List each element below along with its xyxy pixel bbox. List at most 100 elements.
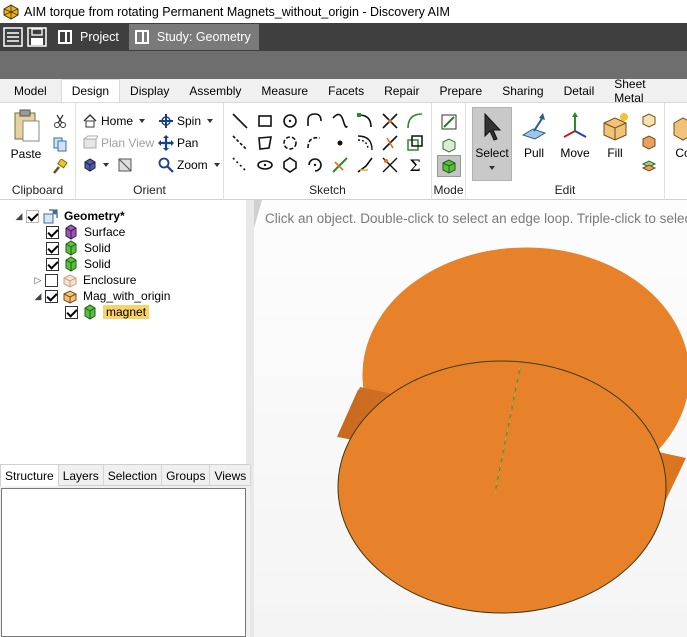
sketch-mode-icon[interactable] [440,113,458,134]
3d-mode-icon[interactable] [437,155,461,177]
surface-body-icon [63,224,79,240]
polygon-circle-icon[interactable] [280,155,300,175]
collapse-arrow-icon[interactable]: ◢ [33,291,43,302]
mode-group-label: Mode [433,183,464,197]
construction-line-icon[interactable] [230,133,250,153]
spin-icon [158,113,174,129]
tree-item-surface[interactable]: Surface [46,224,125,240]
tab-sheet-metal[interactable]: Sheet Metal [604,77,687,105]
save-icon[interactable] [26,26,48,48]
view-cube-button[interactable] [82,155,136,175]
offset-tool-icon[interactable] [640,133,658,153]
zoom-button[interactable]: Zoom [158,155,220,175]
point-tool-icon[interactable] [330,133,350,153]
rectangle-tool-icon[interactable] [255,111,275,131]
fill-button[interactable]: Fill [596,111,634,160]
tab-detail[interactable]: Detail [554,79,605,102]
menu-icon[interactable] [2,26,24,48]
tab-study-geometry[interactable]: Study: Geometry [128,24,259,50]
tree-item-solid-1[interactable]: Solid [46,240,111,256]
expand-arrow-icon[interactable]: ▷ [33,275,43,286]
pull-button[interactable]: Pull [515,111,553,160]
solid-body-icon [63,240,79,256]
solid-1-checkbox[interactable] [46,241,59,255]
edit-side-tools [640,111,658,175]
home-label: Home [101,114,134,128]
split-line-icon[interactable] [380,133,400,153]
paste-button[interactable]: Paste [6,109,46,161]
combine-tool-icon[interactable] [640,155,658,175]
clipboard-group-label: Clipboard [11,183,64,197]
offset-curve-icon[interactable] [355,133,375,153]
arc-tool-icon[interactable] [405,111,425,131]
trim-away-icon[interactable] [380,111,400,131]
project-to-sketch-icon[interactable] [405,133,425,153]
surface-checkbox[interactable] [46,225,59,239]
pan-button[interactable]: Pan [158,133,198,153]
tab-layers[interactable]: Layers [59,465,104,486]
polygon-tool-icon[interactable] [255,133,275,153]
solid-2-checkbox[interactable] [46,257,59,271]
tree-root[interactable]: ◢ Geometry* [14,208,125,224]
tab-repair[interactable]: Repair [374,79,429,102]
home-button[interactable]: Home [82,111,146,131]
mag-with-origin-checkbox[interactable] [45,289,58,303]
move-button[interactable]: Move [556,111,594,160]
cut-icon[interactable] [52,113,68,132]
graphics-viewport[interactable]: Click an object. Double-click to select … [254,200,687,637]
tab-design[interactable]: Design [60,79,121,102]
tab-assembly[interactable]: Assembly [179,79,251,102]
sweep-arc-icon[interactable] [355,111,375,131]
circular-arc-icon[interactable] [305,155,325,175]
tree-item-solid-2[interactable]: Solid [46,256,111,272]
extend-tool-icon[interactable] [380,155,400,175]
combine-button[interactable]: Co [668,111,687,160]
fillet-tool-icon[interactable] [355,155,375,175]
format-painter-icon[interactable] [52,158,68,178]
tab-prepare[interactable]: Prepare [429,79,492,102]
tab-groups[interactable]: Groups [162,465,211,486]
tab-structure[interactable]: Structure [0,465,59,486]
three-point-arc-icon[interactable] [305,133,325,153]
tab-views[interactable]: Views [210,465,252,486]
tree-item-magnet[interactable]: magnet [65,304,150,320]
sigma-icon[interactable]: Σ [405,155,425,175]
spin-button[interactable]: Spin [158,111,214,131]
line-tool-icon[interactable] [230,111,250,131]
bend-tool-icon[interactable] [330,155,350,175]
tab-project-label: Project [80,30,119,44]
magnet-checkbox[interactable] [65,305,78,319]
copy-icon[interactable] [52,136,68,155]
shading-icon[interactable] [117,157,133,173]
tab-display[interactable]: Display [120,79,179,102]
surface-label: Surface [84,225,126,239]
plan-view-label: Plan View [101,136,155,150]
tangent-arc-icon[interactable] [305,111,325,131]
pull-icon [521,113,547,140]
three-point-circle-icon[interactable] [280,133,300,153]
ellipse-tool-icon[interactable] [255,155,275,175]
move-label: Move [560,146,590,160]
select-button[interactable]: Select [472,107,512,181]
tab-study-label: Study: Geometry [156,30,251,44]
tab-project[interactable]: Project [52,23,125,51]
construction-dash-icon[interactable] [230,155,250,175]
shell-tool-icon[interactable] [640,111,658,131]
group-mode: Mode [432,103,466,200]
section-mode-icon[interactable] [440,136,458,157]
tab-facets[interactable]: Facets [318,79,374,102]
tab-sharing[interactable]: Sharing [492,79,553,102]
tab-selection[interactable]: Selection [104,465,163,486]
spline-tool-icon[interactable] [330,111,350,131]
tab-measure[interactable]: Measure [251,79,318,102]
collapse-arrow-icon[interactable]: ◢ [14,211,24,222]
circle-tool-icon[interactable] [280,111,300,131]
magnet-cylinder[interactable] [254,200,687,637]
tree-root-checkbox[interactable] [26,209,39,223]
enclosure-checkbox[interactable] [45,273,58,287]
plan-view-button[interactable]: Plan View [82,133,154,153]
solid-body-icon [82,304,98,320]
tree-item-mag-with-origin[interactable]: ◢ Mag_with_origin [33,288,170,304]
tab-model[interactable]: Model [0,79,61,102]
tree-item-enclosure[interactable]: ▷ Enclosure [33,272,136,288]
